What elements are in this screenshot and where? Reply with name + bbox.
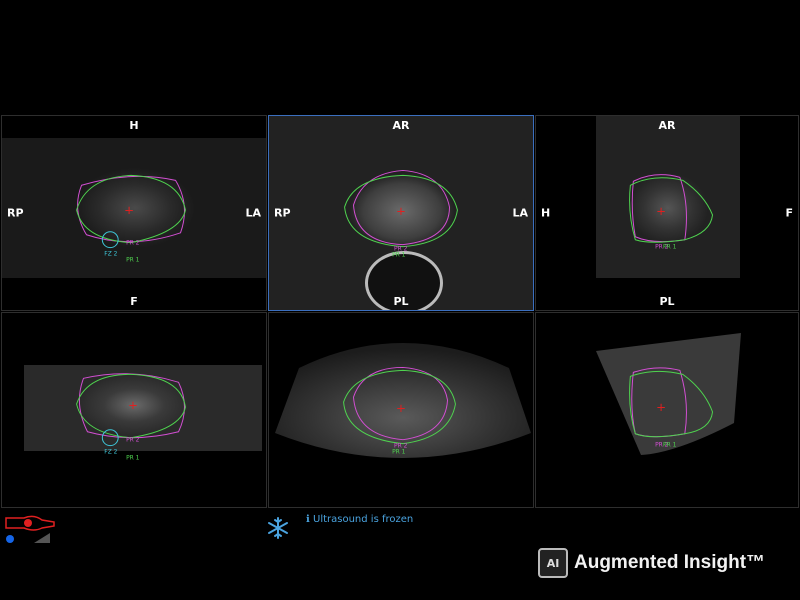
roi-label-pr1: PR 1 (126, 454, 140, 461)
contour-overlay: + PR 2 PR 1 (629, 174, 714, 251)
svg-text:+: + (124, 203, 134, 217)
svg-text:+: + (128, 398, 138, 412)
contour-overlay: + PR 2 PR 1 (344, 169, 458, 259)
contour-overlay: + PR 2 PR 1 FZ 2 (76, 174, 186, 264)
svg-text:+: + (656, 400, 666, 414)
orientation-left: RP (274, 206, 291, 220)
viewport-mr-axial[interactable]: AR PL RP LA + PR 2 PR 1 (268, 115, 534, 311)
svg-text:+: + (656, 204, 666, 218)
roi-label-pr1: PR 1 (392, 449, 406, 456)
status-text: Ultrasound is frozen (313, 514, 414, 525)
roi-label-pr2: PR 2 (126, 437, 140, 444)
roi-label-pr1: PR 1 (663, 244, 677, 251)
orientation-bottom: F (130, 295, 138, 308)
roi-label-fz2: FZ 2 (104, 251, 117, 258)
probe-icon (5, 515, 55, 543)
brand-name: Augmented Insight™ (574, 552, 766, 573)
contour-overlay: + PR 2 PR 1 (629, 367, 714, 449)
orientation-right: LA (245, 206, 261, 220)
roi-label-pr1: PR 1 (126, 257, 140, 264)
info-icon: ℹ (306, 514, 310, 525)
viewport-us-sagittal[interactable]: + PR 2 PR 1 (535, 312, 799, 508)
svg-text:+: + (396, 401, 406, 415)
viewport-us-axial[interactable]: + PR 2 PR 1 (268, 312, 534, 508)
roi-label-fz2: FZ 2 (104, 449, 117, 456)
orientation-bottom: PL (659, 295, 675, 308)
viewport-us-coronal[interactable]: + PR 2 PR 1 FZ 2 (1, 312, 267, 508)
contour-overlay: + PR 2 PR 1 (343, 366, 456, 456)
viewport-mr-sagittal[interactable]: AR PL H F + PR 2 PR 1 (535, 115, 799, 311)
snowflake-icon[interactable] (266, 516, 290, 540)
orientation-top: H (129, 119, 139, 132)
ultrasound-status: ℹ Ultrasound is frozen (306, 514, 413, 525)
roi-label-pr2: PR 2 (126, 240, 140, 247)
orientation-top: AR (658, 119, 676, 132)
contour-overlay: + PR 2 PR 1 FZ 2 (76, 373, 186, 461)
roi-label-pr1: PR 1 (663, 442, 677, 449)
orientation-left: RP (7, 206, 24, 220)
orientation-right: F (785, 206, 793, 220)
orientation-left: H (541, 206, 551, 220)
orientation-top: AR (392, 119, 410, 132)
roi-label-pr1: PR 1 (392, 252, 406, 259)
orientation-bottom: PL (393, 295, 409, 308)
svg-text:+: + (396, 204, 406, 218)
probe-indicator[interactable] (4, 512, 56, 546)
brand-logo: AI Augmented Insight™ (538, 548, 765, 578)
viewport-mr-coronal[interactable]: H F RP LA + PR 2 PR 1 FZ 2 (1, 115, 267, 311)
orientation-right: LA (512, 206, 528, 220)
brand-mark: AI (538, 548, 568, 578)
